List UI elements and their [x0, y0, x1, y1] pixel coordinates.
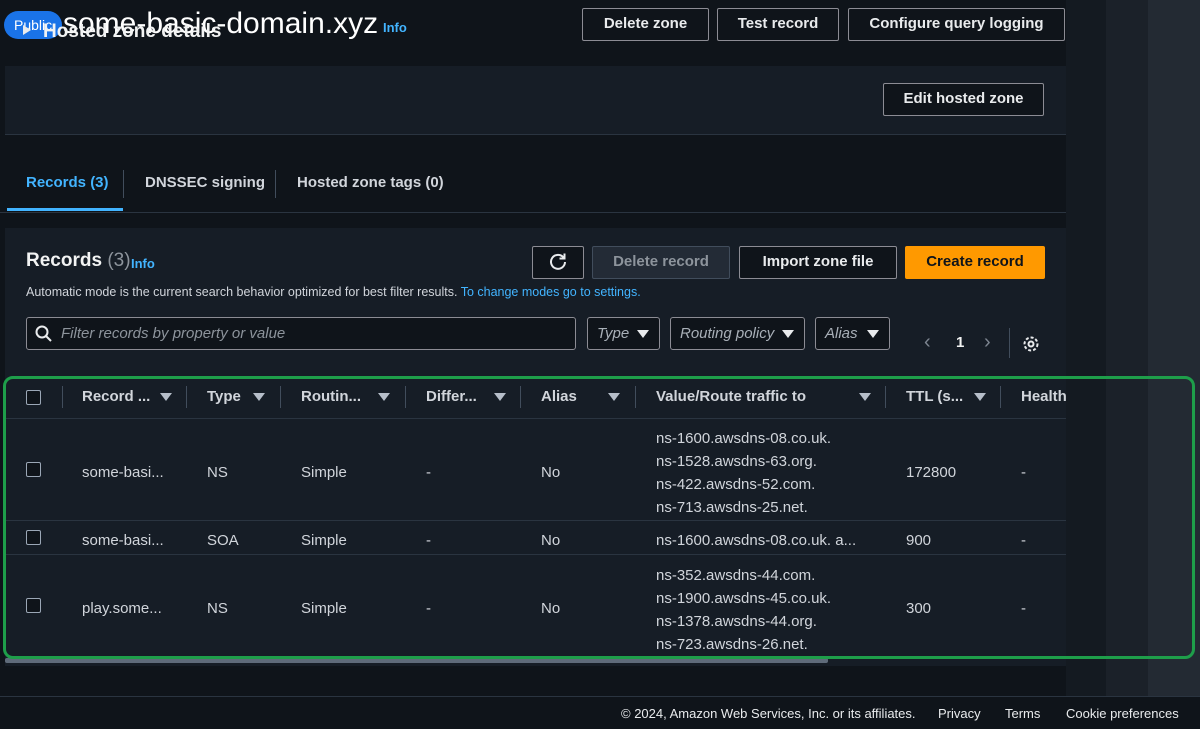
alias-filter-label: Alias — [825, 325, 858, 342]
settings-gear-icon[interactable] — [1021, 334, 1041, 354]
routing-filter-label: Routing policy — [680, 325, 775, 342]
edit-hosted-zone-button[interactable]: Edit hosted zone — [883, 83, 1044, 116]
settings-link[interactable]: To change modes go to settings. — [461, 285, 641, 299]
routing-policy-filter-select[interactable]: Routing policy — [670, 317, 805, 350]
caret-down-icon — [867, 330, 879, 338]
search-icon — [35, 325, 52, 342]
info-link[interactable]: Info — [383, 20, 407, 35]
tab-hosted-zone-tags[interactable]: Hosted zone tags (0) — [297, 158, 444, 212]
cookie-preferences-link[interactable]: Cookie preferences — [1066, 706, 1179, 721]
refresh-button[interactable] — [532, 246, 584, 279]
delete-record-button[interactable]: Delete record — [592, 246, 730, 279]
tab-divider — [123, 170, 124, 198]
page-number[interactable]: 1 — [956, 334, 964, 351]
import-zone-file-button[interactable]: Import zone file — [739, 246, 897, 279]
pager-divider — [1009, 328, 1010, 358]
tab-dnssec-signing[interactable]: DNSSEC signing — [145, 158, 265, 212]
create-record-button[interactable]: Create record — [905, 246, 1045, 279]
tab-divider — [275, 170, 276, 198]
highlight-box — [3, 376, 1195, 659]
delete-zone-button[interactable]: Delete zone — [582, 8, 709, 41]
configure-query-logging-button[interactable]: Configure query logging — [848, 8, 1065, 41]
search-placeholder: Filter records by property or value — [61, 325, 286, 342]
privacy-link[interactable]: Privacy — [938, 706, 981, 721]
records-title: Records (3) — [26, 250, 131, 272]
copyright-text: © 2024, Amazon Web Services, Inc. or its… — [621, 706, 916, 721]
caret-down-icon — [782, 330, 794, 338]
hosted-zone-details-toggle[interactable]: Hosted zone details — [23, 21, 221, 43]
mode-description: Automatic mode is the current search beh… — [26, 285, 458, 299]
records-info-link[interactable]: Info — [131, 256, 155, 271]
previous-page-icon[interactable]: ‹ — [924, 331, 931, 354]
active-tab-indicator — [7, 208, 123, 211]
search-input[interactable]: Filter records by property or value — [26, 317, 576, 350]
caret-down-icon — [637, 330, 649, 338]
caret-right-icon — [23, 24, 31, 35]
type-filter-label: Type — [597, 325, 630, 342]
records-title-text: Records — [26, 250, 103, 271]
alias-filter-select[interactable]: Alias — [815, 317, 890, 350]
details-title: Hosted zone details — [43, 21, 222, 42]
tab-records[interactable]: Records (3) — [26, 158, 109, 212]
test-record-button[interactable]: Test record — [717, 8, 839, 41]
search-mode-text: Automatic mode is the current search beh… — [26, 285, 641, 299]
records-count: (3) — [107, 250, 131, 271]
type-filter-select[interactable]: Type — [587, 317, 660, 350]
terms-link[interactable]: Terms — [1005, 706, 1040, 721]
next-page-icon[interactable]: › — [984, 331, 991, 354]
refresh-icon — [550, 253, 566, 270]
